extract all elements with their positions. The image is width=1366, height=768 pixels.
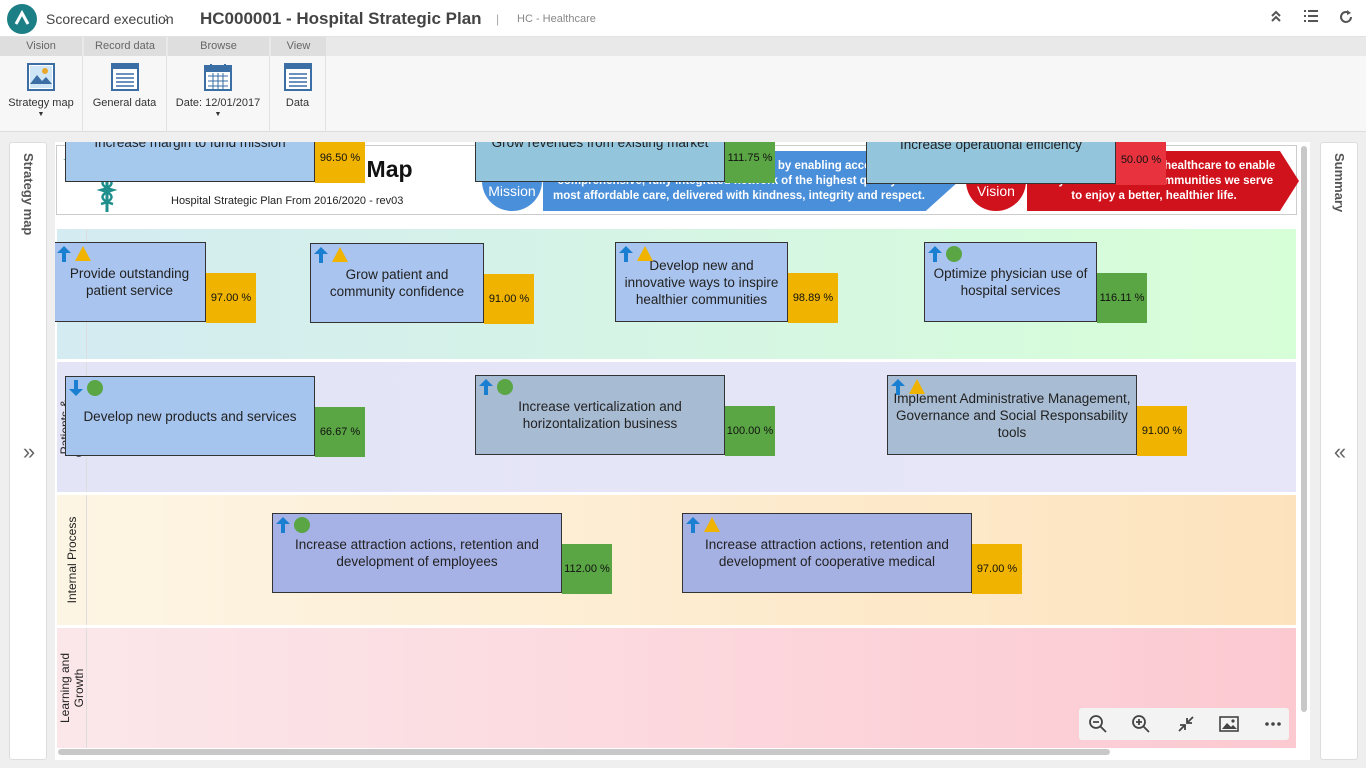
objective-name: Increase attraction actions, retention a… bbox=[705, 537, 949, 569]
trend-up-icon bbox=[685, 516, 701, 534]
zoom-in-icon[interactable] bbox=[1130, 714, 1152, 734]
company-label: HC - Healthcare bbox=[517, 13, 596, 25]
ribbon-tab-browse: Browse bbox=[168, 37, 269, 56]
objective-name: Provide outstanding patient service bbox=[69, 266, 190, 298]
app-logo-icon[interactable] bbox=[7, 4, 37, 34]
objective-performance: 111.75 % bbox=[725, 142, 775, 183]
collapse-up-icon[interactable] bbox=[1266, 9, 1286, 28]
chevron-right-icon: › bbox=[164, 9, 170, 26]
ribbon-tab-record-data: Record data bbox=[84, 37, 166, 56]
objective-name: Increase verticalization and horizontali… bbox=[518, 399, 682, 431]
date-label: Date: 12/01/2017 bbox=[175, 97, 261, 109]
general-data-button[interactable]: General data bbox=[83, 56, 167, 132]
objective-performance: 116.11 % bbox=[1097, 273, 1147, 323]
objective-performance: 98.89 % bbox=[788, 273, 838, 323]
zoom-out-icon[interactable] bbox=[1087, 714, 1109, 734]
status-circle-icon bbox=[86, 379, 104, 397]
status-triangle-icon bbox=[908, 378, 926, 396]
strategy-map-button[interactable]: Strategy map ▼ bbox=[0, 56, 83, 132]
status-triangle-icon bbox=[636, 245, 654, 263]
vertical-scrollbar[interactable] bbox=[1301, 146, 1307, 712]
zoom-toolbar bbox=[1079, 708, 1289, 740]
objective-name: Increase margin to fund mission bbox=[94, 142, 286, 150]
expand-left-icon[interactable]: « bbox=[1321, 439, 1359, 465]
trend-up-icon bbox=[927, 245, 943, 263]
trend-up-icon bbox=[313, 246, 329, 264]
perspective-label: Internal Process bbox=[57, 495, 87, 625]
objective-name: Optimize physician use of hospital servi… bbox=[933, 266, 1088, 298]
objective-performance: 91.00 % bbox=[1137, 406, 1187, 456]
right-panel-label: Summary bbox=[1332, 153, 1347, 213]
data-view-label: Data bbox=[285, 97, 310, 109]
more-icon[interactable] bbox=[1262, 714, 1284, 734]
status-triangle-icon bbox=[74, 245, 92, 263]
right-panel-summary[interactable]: Summary « bbox=[1320, 142, 1358, 760]
objective-performance: 100.00 % bbox=[725, 406, 775, 456]
objective-box[interactable]: Grow revenues from existing market bbox=[475, 142, 725, 182]
table-icon bbox=[283, 63, 312, 91]
status-triangle-icon bbox=[703, 516, 721, 534]
ribbon-tabs: Vision Record data Browse View bbox=[0, 37, 1366, 56]
objective-box[interactable]: Increase attraction actions, retention a… bbox=[272, 513, 562, 593]
objective-performance: 66.67 % bbox=[315, 407, 365, 457]
objective-performance: 97.00 % bbox=[206, 273, 256, 323]
status-circle-icon bbox=[293, 516, 311, 534]
form-icon bbox=[110, 63, 139, 91]
ribbon-tab-vision: Vision bbox=[0, 37, 82, 56]
top-bar: Scorecard execution › HC000001 - Hospita… bbox=[0, 0, 1366, 37]
title-separator: | bbox=[496, 12, 500, 26]
status-circle-icon bbox=[496, 378, 514, 396]
caret-down-icon[interactable]: ▼ bbox=[167, 111, 269, 118]
objective-performance: 96.50 % bbox=[315, 142, 365, 183]
expand-right-icon[interactable]: » bbox=[10, 439, 48, 465]
data-view-button[interactable]: Data bbox=[270, 56, 326, 132]
status-circle-icon bbox=[945, 245, 963, 263]
export-image-icon[interactable] bbox=[1218, 714, 1240, 734]
objective-name: Develop new and innovative ways to inspi… bbox=[624, 257, 779, 307]
list-icon[interactable] bbox=[1301, 9, 1321, 28]
left-panel-strategy-map[interactable]: Strategy map » bbox=[9, 142, 47, 760]
caret-down-icon[interactable]: ▼ bbox=[0, 111, 82, 118]
perspective-lane: Internal Process bbox=[57, 495, 1296, 625]
objective-box[interactable]: Increase attraction actions, retention a… bbox=[682, 513, 972, 593]
breadcrumb-app[interactable]: Scorecard execution bbox=[46, 11, 174, 27]
general-data-label: General data bbox=[92, 97, 157, 109]
trend-up-icon bbox=[890, 378, 906, 396]
left-panel-label: Strategy map bbox=[21, 153, 36, 236]
perspective-name: Internal Process bbox=[64, 516, 79, 604]
calendar-icon bbox=[204, 63, 232, 91]
objective-performance: 91.00 % bbox=[484, 274, 534, 324]
objective-name: Implement Administrative Management, Gov… bbox=[893, 390, 1131, 440]
objective-box[interactable]: Increase margin to fund mission bbox=[65, 142, 315, 182]
perspective-label: Learning and Growth bbox=[57, 628, 87, 748]
objective-performance: 112.00 % bbox=[562, 544, 612, 594]
ribbon-tab-view: View bbox=[271, 37, 326, 56]
objective-name: Grow patient and community confidence bbox=[329, 267, 465, 299]
page-title: HC000001 - Hospital Strategic Plan bbox=[200, 9, 482, 28]
objective-box[interactable]: Increase operational efficiency bbox=[866, 142, 1116, 184]
objective-performance: 50.00 % bbox=[1116, 142, 1166, 185]
fit-screen-icon[interactable] bbox=[1175, 714, 1197, 734]
trend-up-icon bbox=[618, 245, 634, 263]
objective-name: Develop new products and services bbox=[83, 408, 297, 424]
trend-down-icon bbox=[68, 379, 84, 397]
ribbon: Strategy map ▼ General data Date: 12/01/… bbox=[0, 56, 1366, 132]
perspective-name: Learning and Growth bbox=[57, 652, 86, 724]
objective-name: Increase operational efficiency bbox=[899, 142, 1083, 152]
strategy-map-label: Strategy map bbox=[8, 97, 74, 109]
strategy-map-icon bbox=[27, 63, 55, 91]
trend-up-icon bbox=[56, 245, 72, 263]
objective-name: Increase attraction actions, retention a… bbox=[295, 537, 539, 569]
trend-up-icon bbox=[478, 378, 494, 396]
date-button[interactable]: Date: 12/01/2017 ▼ bbox=[167, 56, 270, 132]
status-triangle-icon bbox=[331, 246, 349, 264]
objective-performance: 97.00 % bbox=[972, 544, 1022, 594]
horizontal-scrollbar[interactable] bbox=[58, 749, 1110, 755]
map-subtitle: Hospital Strategic Plan From 2016/2020 -… bbox=[171, 195, 404, 207]
trend-up-icon bbox=[275, 516, 291, 534]
objective-name: Grow revenues from existing market bbox=[491, 142, 709, 150]
strategy-map-canvas[interactable]: Hospital Strategy Map Hospital Strategic… bbox=[55, 142, 1310, 760]
refresh-icon[interactable] bbox=[1336, 9, 1356, 30]
